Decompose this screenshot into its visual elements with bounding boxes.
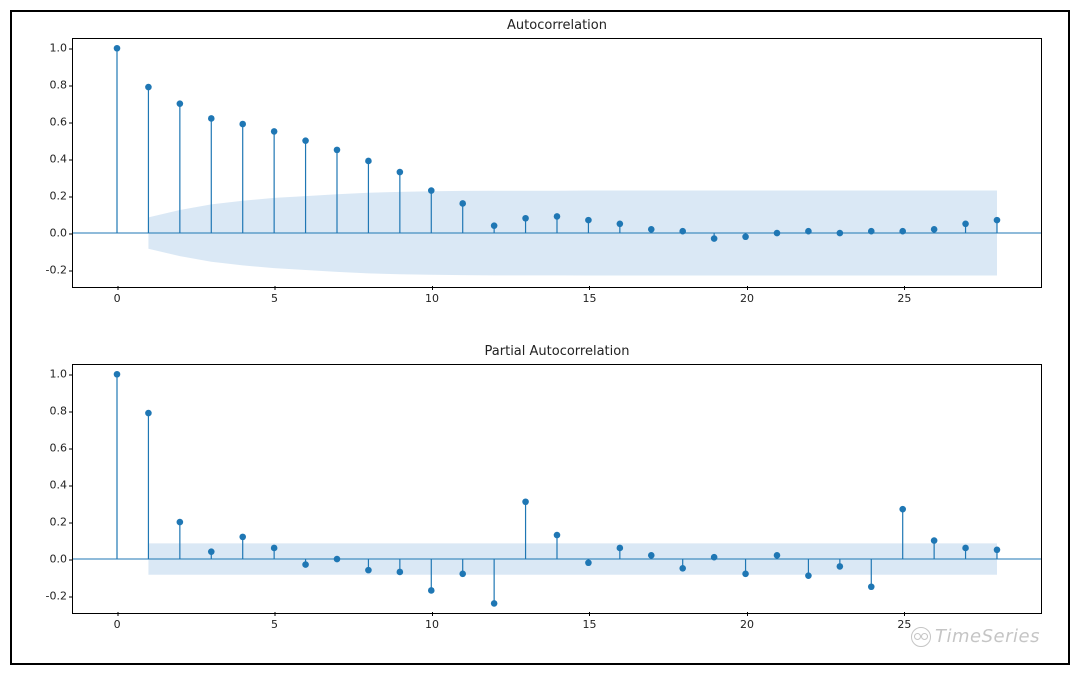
x-tick-label: 5 xyxy=(271,618,278,631)
marker xyxy=(145,84,152,91)
marker xyxy=(334,147,341,154)
marker xyxy=(774,230,781,237)
marker xyxy=(805,572,812,579)
x-tick-label: 10 xyxy=(425,292,439,305)
marker xyxy=(585,559,592,566)
marker xyxy=(177,519,184,526)
x-tick-label: 15 xyxy=(582,292,596,305)
x-tick-label: 25 xyxy=(897,618,911,631)
x-tick-label: 20 xyxy=(740,292,754,305)
watermark-icon xyxy=(911,627,931,647)
y-tick-label: 0.0 xyxy=(31,227,67,240)
marker xyxy=(522,215,529,222)
x-tick-label: 25 xyxy=(897,292,911,305)
x-tick-label: 10 xyxy=(425,618,439,631)
y-tick-label: 0.2 xyxy=(31,516,67,529)
marker xyxy=(837,563,844,570)
pacf-title: Partial Autocorrelation xyxy=(72,344,1042,359)
pacf-panel: Partial Autocorrelation -0.20.00.20.40.6… xyxy=(72,364,1042,614)
marker xyxy=(239,121,246,128)
marker xyxy=(711,235,718,242)
marker xyxy=(208,115,215,122)
y-tick-label: 1.0 xyxy=(31,42,67,55)
marker xyxy=(617,545,624,552)
x-tick-label: 15 xyxy=(582,618,596,631)
marker xyxy=(805,228,812,235)
y-tick-label: 1.0 xyxy=(31,368,67,381)
y-tick-label: 0.4 xyxy=(31,479,67,492)
marker xyxy=(397,569,404,576)
acf-plot xyxy=(73,39,1041,288)
marker xyxy=(994,547,1001,554)
marker xyxy=(177,100,184,107)
x-tick-label: 0 xyxy=(114,292,121,305)
marker xyxy=(271,545,278,552)
y-tick-label: 0.8 xyxy=(31,405,67,418)
marker xyxy=(365,567,372,574)
pacf-axes: -0.20.00.20.40.60.81.00510152025 xyxy=(72,364,1042,614)
y-tick-label: 0.4 xyxy=(31,153,67,166)
acf-title: Autocorrelation xyxy=(72,18,1042,33)
watermark: TimeSeries xyxy=(911,626,1040,647)
marker xyxy=(428,587,435,594)
marker xyxy=(554,532,561,539)
marker xyxy=(271,128,278,135)
marker xyxy=(459,571,466,578)
y-tick-label: 0.8 xyxy=(31,79,67,92)
marker xyxy=(239,534,246,541)
marker xyxy=(617,221,624,228)
y-tick-label: 0.6 xyxy=(31,116,67,129)
marker xyxy=(648,552,655,559)
marker xyxy=(397,169,404,176)
marker xyxy=(302,561,309,568)
marker xyxy=(114,371,121,378)
y-tick-label: 0.0 xyxy=(31,553,67,566)
marker xyxy=(931,226,938,233)
marker xyxy=(994,217,1001,224)
y-tick-label: 0.6 xyxy=(31,442,67,455)
y-tick-label: 0.2 xyxy=(31,190,67,203)
marker xyxy=(302,137,309,144)
marker xyxy=(491,600,498,607)
marker xyxy=(648,226,655,233)
marker xyxy=(962,545,969,552)
watermark-text: TimeSeries xyxy=(935,626,1040,647)
marker xyxy=(868,583,875,590)
y-tick-label: -0.2 xyxy=(31,264,67,277)
marker xyxy=(145,410,152,417)
marker xyxy=(522,498,529,505)
marker xyxy=(554,213,561,220)
marker xyxy=(365,158,372,165)
marker xyxy=(711,554,718,561)
marker xyxy=(208,548,215,555)
marker xyxy=(585,217,592,224)
figure-frame: Autocorrelation -0.20.00.20.40.60.81.005… xyxy=(10,10,1070,665)
marker xyxy=(114,45,121,52)
marker xyxy=(962,221,969,228)
x-tick-label: 0 xyxy=(114,618,121,631)
marker xyxy=(899,506,906,513)
marker xyxy=(868,228,875,235)
marker xyxy=(899,228,906,235)
marker xyxy=(334,556,341,563)
marker xyxy=(491,222,498,229)
marker xyxy=(742,233,749,240)
marker xyxy=(742,571,749,578)
marker xyxy=(679,565,686,572)
marker xyxy=(931,537,938,544)
screenshot-root: Autocorrelation -0.20.00.20.40.60.81.005… xyxy=(0,0,1080,675)
x-tick-label: 5 xyxy=(271,292,278,305)
pacf-plot xyxy=(73,365,1041,614)
marker xyxy=(774,552,781,559)
acf-axes: -0.20.00.20.40.60.81.00510152025 xyxy=(72,38,1042,288)
marker xyxy=(428,187,435,194)
acf-panel: Autocorrelation -0.20.00.20.40.60.81.005… xyxy=(72,38,1042,288)
marker xyxy=(679,228,686,235)
marker xyxy=(459,200,466,207)
x-tick-label: 20 xyxy=(740,618,754,631)
marker xyxy=(837,230,844,237)
y-tick-label: -0.2 xyxy=(31,590,67,603)
